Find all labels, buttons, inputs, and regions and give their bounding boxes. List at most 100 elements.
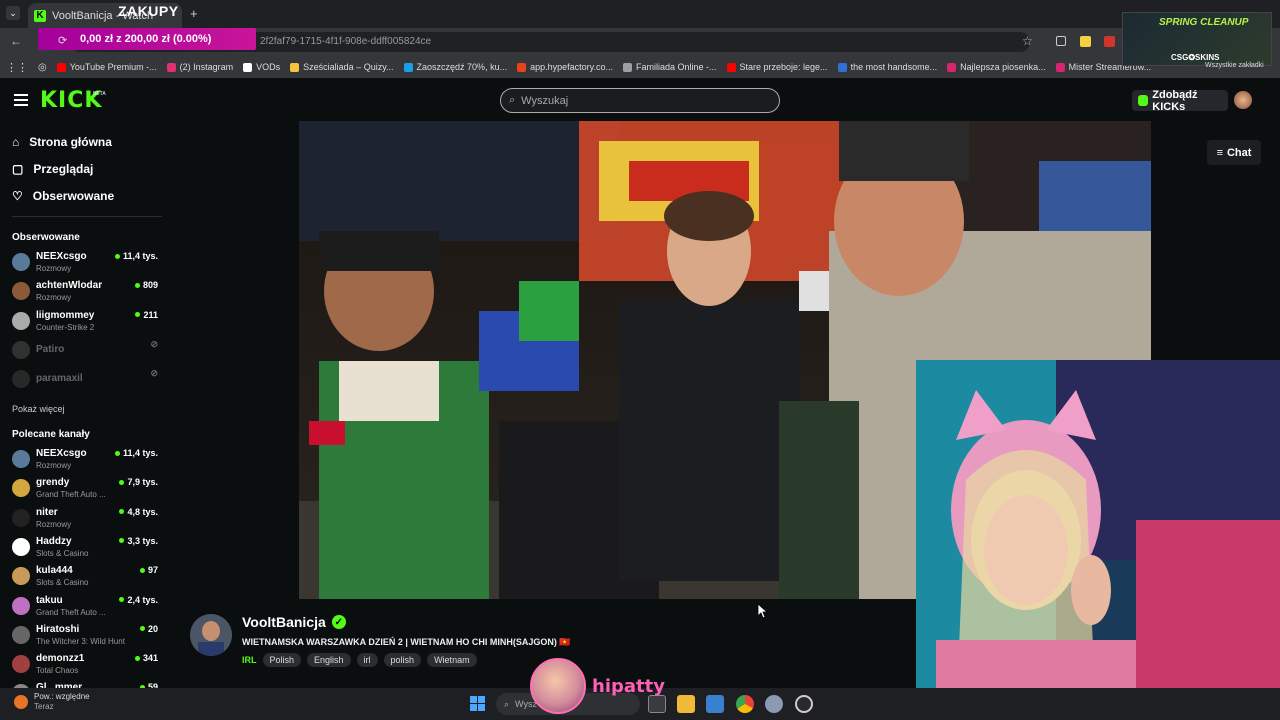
bookmark-label: Stare przeboje: lege... (739, 62, 828, 72)
file-explorer-icon[interactable] (677, 695, 695, 713)
all-bookmarks-label[interactable]: Wszystkie zakładki (1205, 62, 1264, 69)
sidebar-channel[interactable]: grendy Grand Theft Auto ... 7,9 tys. (12, 476, 160, 502)
offline-icon: ⊘ (150, 338, 158, 349)
viewer-count: 11,4 tys. (114, 251, 158, 261)
heart-icon: ♡ (12, 189, 23, 203)
bookmark-item[interactable]: Sześcialiada – Quizy... (290, 62, 394, 72)
bookmark-favicon-icon (947, 62, 957, 72)
kick-favicon-icon: K (34, 9, 46, 22)
get-kicks-label: Zdobądź KICKs (1152, 88, 1198, 113)
settings-icon[interactable] (765, 695, 783, 713)
sidebar-channel[interactable]: niter Rozmowy 4,8 tys. (12, 506, 160, 532)
channel-name: Hiratoshi (36, 623, 80, 635)
bookmark-favicon-icon (166, 62, 176, 72)
bookmark-label: VODs (256, 62, 281, 72)
sidebar-channel[interactable]: achtenWlodar Rozmowy 809 (12, 279, 160, 305)
extension-red-icon[interactable] (1104, 36, 1115, 47)
bookmark-favicon-icon (403, 62, 413, 72)
back-icon[interactable]: ← (10, 34, 22, 48)
bookmark-label: YouTube Premium -... (69, 62, 157, 72)
menu-icon[interactable] (14, 94, 28, 106)
sidebar-channel[interactable]: liigmommey Counter-Strike 2 211 (12, 309, 160, 335)
bookmark-label: Zaoszczędź 70%, ku... (416, 62, 508, 72)
streamer-avatar[interactable] (190, 614, 232, 656)
bookmark-list: YouTube Premium -... (2) Instagram VODs Sze… (56, 62, 1151, 72)
channel-category: Counter-Strike 2 (36, 322, 95, 332)
nav-following[interactable]: ♡ Obserwowane (12, 189, 114, 203)
start-icon[interactable] (470, 696, 485, 711)
viewer-count-value: 3,3 tys. (127, 535, 158, 546)
nav-home[interactable]: ⌂ Strona główna (12, 135, 112, 149)
bookmark-item[interactable]: Najlepsza piosenka... (947, 62, 1046, 72)
live-dot-icon (139, 626, 145, 632)
show-more-link[interactable]: Pokaż więcej (12, 404, 65, 414)
sidebar-channel[interactable]: kula444 Slots & Casino 97 (12, 564, 160, 590)
store-icon[interactable] (706, 695, 724, 713)
viewer-count-value: 2,4 tys. (127, 594, 158, 605)
bookmark-favicon-icon (56, 62, 66, 72)
channel-avatar (12, 596, 30, 615)
bookmark-item[interactable]: Zaoszczędź 70%, ku... (403, 62, 508, 72)
bookmark-item[interactable]: Familiada Online -... (622, 62, 717, 72)
live-dot-icon (119, 509, 125, 515)
search-input[interactable]: ⌕ Wyszukaj (500, 88, 780, 113)
bookmark-item[interactable]: VODs (243, 62, 280, 72)
get-kicks-button[interactable]: Zdobądź KICKs (1132, 88, 1228, 113)
sidebar-channel[interactable]: Hiratoshi The Witcher 3: Wild Hunt 20 (12, 623, 160, 649)
user-avatar[interactable] (1234, 91, 1252, 109)
bookmark-label: Familiada Online -... (635, 62, 717, 72)
bookmark-favicon-icon (517, 62, 527, 72)
extension-icon[interactable] (1056, 36, 1066, 46)
viewer-count: 97 (139, 565, 158, 575)
followed-section-title: Obserwowane (12, 232, 80, 243)
bookmark-label: Najlepsza piosenka... (960, 62, 1046, 72)
bookmark-icon-generic[interactable]: ◎ (38, 62, 47, 73)
nav-home-label: Strona główna (29, 135, 112, 149)
live-dot-icon (135, 312, 141, 318)
tag-chip[interactable]: polish (383, 653, 422, 667)
bookmark-favicon-icon (622, 62, 632, 72)
sidebar-channel[interactable]: Patiro ⊘ (12, 338, 160, 364)
sidebar-channel[interactable]: paramaxil ⊘ (12, 367, 160, 393)
sidebar-channel[interactable]: demonzz1 Total Chaos 341 (12, 652, 160, 678)
tag-chip[interactable]: Wietnam (427, 653, 477, 667)
sidebar-channel[interactable]: NEEXcsgo Rozmowy 11,4 tys. (12, 250, 160, 276)
tag-chip[interactable]: English (307, 653, 351, 667)
bookmark-item[interactable]: app.hypefactory.co... (517, 62, 613, 72)
bookmark-label: Sześcialiada – Quizy... (303, 62, 394, 72)
live-dot-icon (134, 655, 140, 661)
channel-avatar (12, 282, 30, 301)
tab-list-icon[interactable]: ⌄ (6, 6, 20, 20)
steam-icon[interactable] (795, 695, 813, 713)
sidebar-channel[interactable]: Haddzy Slots & Casino 3,3 tys. (12, 535, 160, 561)
new-tab-icon[interactable]: + (190, 6, 198, 21)
streamer-avatar-image (190, 614, 232, 656)
channel-category: Rozmowy (36, 293, 72, 303)
bookmark-item[interactable]: YouTube Premium -... (56, 62, 157, 72)
apps-grid-icon[interactable]: ⋮⋮ (6, 61, 28, 74)
chrome-icon[interactable] (736, 695, 754, 713)
channel-avatar (12, 450, 30, 468)
viewer-count-value: 809 (142, 280, 158, 291)
channel-category: Grand Theft Auto ... (36, 490, 106, 500)
bookmark-item[interactable]: the most handsome... (837, 62, 937, 72)
bookmark-item[interactable]: Stare przeboje: lege... (726, 62, 828, 72)
tag-chip[interactable]: irl (356, 653, 378, 667)
chat-toggle-button[interactable]: ≡ Chat (1207, 140, 1261, 165)
sidebar-channel[interactable]: NEEXcsgo Rozmowy 11,4 tys. (12, 447, 160, 473)
channel-avatar (12, 253, 30, 271)
search-placeholder: Wyszukaj (521, 94, 569, 107)
category-link[interactable]: IRL (242, 655, 257, 665)
channel-name: NEEXcsgo (36, 448, 87, 459)
nav-browse[interactable]: ▢ Przeglądaj (12, 162, 93, 176)
extension-yellow-icon[interactable] (1080, 36, 1091, 47)
bookmark-item[interactable]: (2) Instagram (166, 62, 233, 72)
streamer-name[interactable]: VooltBanicja (242, 614, 326, 630)
tag-chip[interactable]: Polish (262, 653, 302, 667)
weather-widget[interactable]: Pow.: względne Teraz (14, 692, 90, 712)
sidebar-channel[interactable]: takuu Grand Theft Auto ... 2,4 tys. (12, 594, 160, 620)
spring-cleanup-ad[interactable]: SPRING CLEANUP CSG✪SKINS (1122, 12, 1272, 66)
channel-avatar (12, 567, 30, 586)
bookmark-star-icon[interactable]: ☆ (1022, 34, 1033, 48)
reload-icon[interactable]: ⟳ (58, 34, 67, 47)
